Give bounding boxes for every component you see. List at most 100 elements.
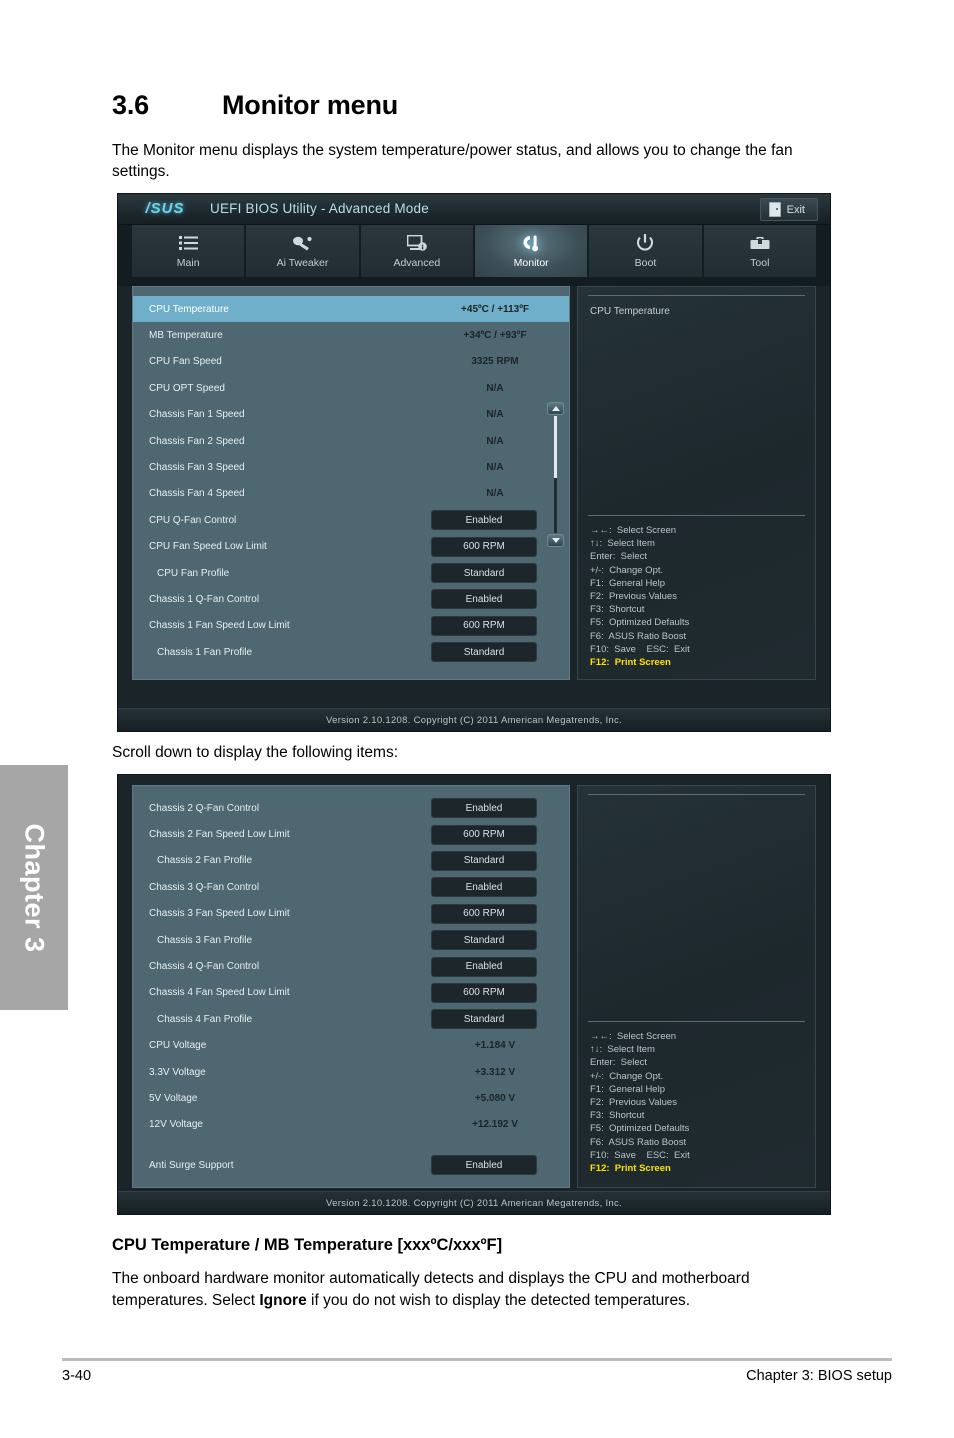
settings-row-label: CPU OPT Speed — [149, 382, 225, 394]
thermometer-icon — [521, 233, 541, 253]
settings-row[interactable]: CPU Temperature +45ºC / +113ºF — [133, 296, 569, 323]
page-title: 3.6 Monitor menu — [112, 90, 398, 121]
settings-row[interactable]: Chassis 4 Fan Speed Low Limit 600 RPM — [133, 980, 569, 1006]
settings-row[interactable]: CPU Q-Fan Control Enabled — [133, 507, 569, 533]
settings-list-1: CPU Temperature +45ºC / +113ºF MB Temperat… — [132, 286, 570, 681]
settings-row[interactable]: Chassis Fan 1 Speed N/A — [133, 402, 569, 428]
settings-row[interactable]: CPU Fan Speed 3325 RPM — [133, 349, 569, 375]
bios-screenshot-1: /SUS UEFI BIOS Utility - Advanced Mode E… — [117, 193, 831, 732]
settings-row-option[interactable]: Standard — [431, 1009, 537, 1030]
help-key-line: ↑↓: Select Item — [590, 1044, 655, 1056]
tab-boot[interactable]: Boot — [589, 225, 702, 277]
settings-row[interactable]: MB Temperature +34ºC / +93ºF — [133, 322, 569, 348]
settings-row-option[interactable]: Enabled — [431, 877, 537, 898]
settings-row[interactable]: Chassis Fan 2 Speed N/A — [133, 428, 569, 454]
settings-row[interactable]: Chassis 2 Q-Fan Control Enabled — [133, 795, 569, 821]
settings-row-option[interactable]: Enabled — [431, 956, 537, 977]
exit-button-label: Exit — [786, 203, 805, 216]
settings-row[interactable]: Chassis 2 Fan Profile Standard — [133, 848, 569, 874]
settings-row[interactable]: Chassis 4 Q-Fan Control Enabled — [133, 953, 569, 979]
settings-row-value: N/A — [486, 382, 504, 394]
settings-row-value: +1.184 V — [474, 1040, 516, 1052]
scrollbar-thumb[interactable] — [554, 416, 557, 478]
tab-main[interactable]: Main — [132, 225, 245, 277]
tab-ai-tweaker[interactable]: Ai Tweaker — [246, 225, 359, 277]
settings-row-value: +3.312 V — [474, 1066, 516, 1078]
bios2-top-gap — [118, 775, 830, 785]
tab-advanced[interactable]: Advanced — [360, 225, 473, 277]
tab-tool[interactable]: Tool — [703, 225, 816, 277]
settings-row[interactable]: 5V Voltage +5.080 V — [133, 1085, 569, 1111]
settings-row[interactable]: CPU OPT Speed N/A — [133, 375, 569, 401]
settings-row[interactable]: 3.3V Voltage +3.312 V — [133, 1059, 569, 1085]
help-pane-1: CPU Temperature →←: Select Screen ↑↓: Sel… — [577, 286, 816, 681]
settings-rows-1: CPU Temperature +45ºC / +113ºF MB Temperat… — [133, 296, 569, 665]
toolbox-icon — [750, 233, 770, 253]
settings-row-label: Chassis 4 Q-Fan Control — [149, 961, 260, 973]
settings-row[interactable]: CPU Voltage +1.184 V — [133, 1033, 569, 1059]
help-spacer — [578, 327, 815, 515]
subsection-heading: CPU Temperature / MB Temperature [xxxºC/… — [112, 1236, 503, 1254]
settings-row-option[interactable]: Standard — [431, 850, 537, 871]
settings-row[interactable]: Chassis 3 Fan Profile Standard — [133, 927, 569, 953]
help-key-line: F2: Previous Values — [590, 591, 677, 603]
settings-row[interactable]: Chassis Fan 4 Speed N/A — [133, 481, 569, 507]
settings-row-label: 5V Voltage — [149, 1092, 198, 1104]
settings-row-option[interactable]: 600 RPM — [431, 536, 537, 557]
settings-row[interactable]: Chassis 1 Fan Speed Low Limit 600 RPM — [133, 613, 569, 639]
exit-button[interactable]: Exit — [759, 198, 818, 221]
help-key-line: F5: Optimized Defaults — [590, 1123, 690, 1135]
settings-row[interactable]: CPU Fan Speed Low Limit 600 RPM — [133, 534, 569, 560]
settings-row[interactable]: CPU Fan Profile Standard — [133, 560, 569, 586]
settings-row-option[interactable]: Standard — [431, 642, 537, 663]
help-key-legend-1: →←: Select Screen ↑↓: Select Item Enter: S… — [578, 516, 815, 679]
settings-row-label: Chassis 2 Fan Profile — [157, 855, 253, 867]
bios-tab-bar: Main Ai Tweaker Advanced Monitor Boot To… — [118, 225, 830, 277]
settings-row-option[interactable]: 600 RPM — [431, 903, 537, 924]
help-key-line: F6: ASUS Ratio Boost — [590, 1136, 687, 1148]
settings-row[interactable]: 12V Voltage +12.192 V — [133, 1112, 569, 1138]
settings-row[interactable]: Chassis 4 Fan Profile Standard — [133, 1006, 569, 1032]
settings-row-option[interactable]: 600 RPM — [431, 824, 537, 845]
scroll-down-arrow-icon[interactable] — [547, 534, 564, 547]
settings-row-label: MB Temperature — [149, 330, 223, 342]
settings-row-option[interactable]: 600 RPM — [431, 615, 537, 636]
settings-row[interactable]: Chassis 2 Fan Speed Low Limit 600 RPM — [133, 821, 569, 847]
settings-row[interactable]: Chassis 1 Q-Fan Control Enabled — [133, 586, 569, 612]
settings-row-option[interactable]: 600 RPM — [431, 982, 537, 1003]
list-icon — [178, 233, 198, 253]
settings-row-option[interactable]: Enabled — [431, 798, 537, 819]
bios-title: UEFI BIOS Utility - Advanced Mode — [210, 201, 429, 216]
settings-row-label: Chassis Fan 4 Speed — [149, 488, 245, 500]
settings-row[interactable]: Chassis 3 Fan Speed Low Limit 600 RPM — [133, 901, 569, 927]
settings-row[interactable]: Anti Surge Support Enabled — [133, 1152, 569, 1178]
scroll-up-arrow-icon[interactable] — [547, 402, 564, 415]
settings-row-value: N/A — [486, 435, 504, 447]
settings-row-label: Chassis 4 Fan Profile — [157, 1013, 253, 1025]
paragraph-emphasis: Ignore — [259, 1292, 307, 1309]
settings-row-label: CPU Fan Speed — [149, 356, 222, 368]
settings-row[interactable]: Chassis 3 Q-Fan Control Enabled — [133, 874, 569, 900]
settings-scrollbar[interactable] — [547, 402, 564, 547]
settings-row-option[interactable]: Standard — [431, 563, 537, 584]
settings-row-option[interactable]: Standard — [431, 930, 537, 951]
settings-rows-2: Chassis 2 Q-Fan Control Enabled Chassis 2 … — [133, 795, 569, 1178]
help-key-line: F2: Previous Values — [590, 1097, 677, 1109]
settings-row-label: Chassis Fan 1 Speed — [149, 409, 245, 421]
chapter-side-tab-label: Chapter 3 — [19, 822, 50, 953]
settings-row-option[interactable]: Enabled — [431, 510, 537, 531]
settings-row-option[interactable]: Enabled — [431, 1155, 537, 1176]
settings-row-label: Chassis 4 Fan Speed Low Limit — [149, 987, 290, 999]
settings-list-2: Chassis 2 Q-Fan Control Enabled Chassis 2 … — [132, 785, 570, 1189]
exit-door-icon — [768, 202, 781, 217]
help-pane-2: →←: Select Screen ↑↓: Select Item Enter: S… — [577, 785, 816, 1189]
settings-row-option[interactable]: Enabled — [431, 589, 537, 610]
settings-row-value: 3325 RPM — [471, 356, 519, 368]
help-key-line: →←: Select Screen — [590, 525, 677, 536]
settings-row-label: CPU Fan Speed Low Limit — [149, 541, 267, 553]
bios-version-footer-1: Version 2.10.1208. Copyright (C) 2011 Am… — [118, 708, 830, 731]
settings-row[interactable]: Chassis 1 Fan Profile Standard — [133, 639, 569, 665]
settings-row[interactable]: Chassis Fan 3 Speed N/A — [133, 454, 569, 480]
tab-monitor[interactable]: Monitor — [474, 225, 588, 277]
help-description: CPU Temperature — [590, 306, 670, 317]
